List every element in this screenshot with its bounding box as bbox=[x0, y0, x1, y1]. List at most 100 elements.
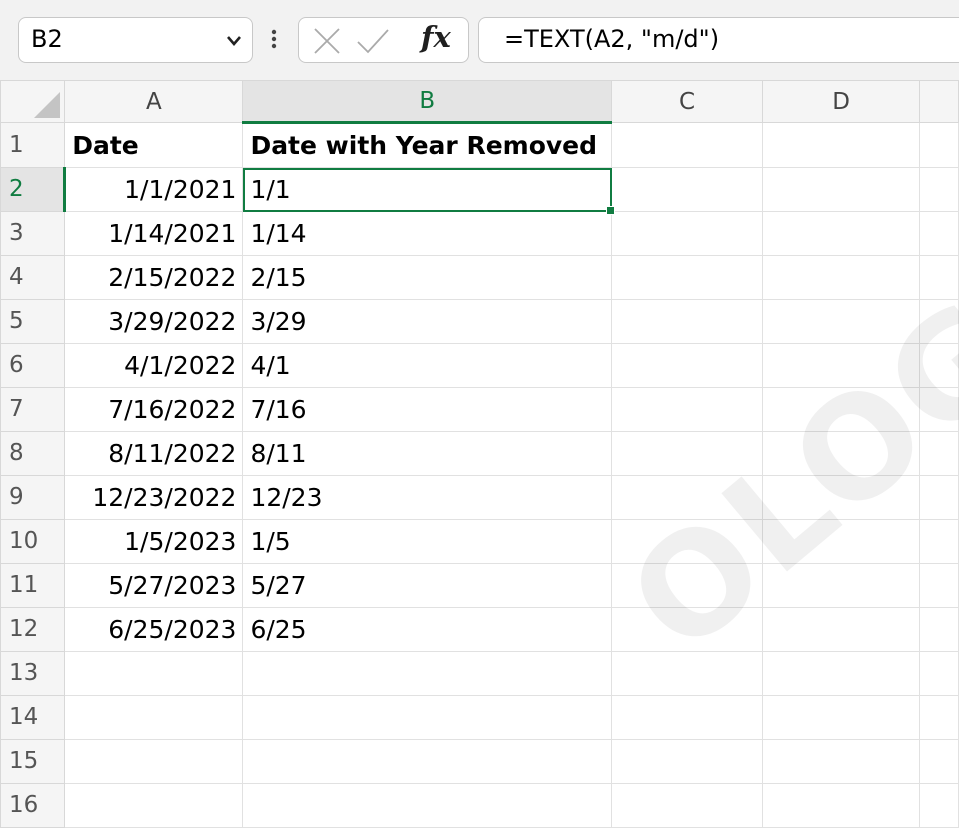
name-box[interactable]: B2 bbox=[18, 17, 253, 63]
row-header[interactable]: 6 bbox=[0, 343, 66, 388]
cell-b[interactable] bbox=[242, 739, 613, 784]
cell-e[interactable] bbox=[919, 431, 959, 476]
cell-d[interactable] bbox=[762, 475, 921, 520]
row-header[interactable]: 13 bbox=[0, 651, 66, 696]
cell-a[interactable] bbox=[64, 651, 244, 696]
cell-e[interactable] bbox=[919, 695, 959, 740]
cell-c[interactable] bbox=[611, 695, 764, 740]
row-header[interactable]: 4 bbox=[0, 255, 66, 300]
cell-c[interactable] bbox=[611, 211, 764, 256]
row-header[interactable]: 15 bbox=[0, 739, 66, 784]
cell-d[interactable] bbox=[762, 431, 921, 476]
cell-b[interactable]: 1/1 bbox=[242, 167, 616, 215]
formula-input[interactable]: =TEXT(A2, "m/d") bbox=[478, 17, 959, 63]
cell-b[interactable] bbox=[242, 695, 613, 740]
cell-a[interactable]: 12/23/2022 bbox=[64, 475, 244, 520]
cell-e[interactable] bbox=[919, 211, 959, 256]
cell-e[interactable] bbox=[919, 167, 959, 212]
cell-b[interactable]: 8/11 bbox=[242, 431, 613, 476]
more-options-icon[interactable] bbox=[270, 24, 278, 54]
row-header[interactable]: 1 bbox=[0, 122, 66, 168]
cell-b[interactable]: 1/5 bbox=[242, 519, 613, 564]
cell-a[interactable]: 3/29/2022 bbox=[64, 299, 244, 344]
cell-c[interactable] bbox=[611, 563, 764, 608]
cell-e[interactable] bbox=[919, 255, 959, 300]
insert-function-icon[interactable]: fx bbox=[421, 20, 451, 54]
row-header[interactable]: 11 bbox=[0, 563, 66, 608]
cell-a[interactable]: 1/14/2021 bbox=[64, 211, 244, 256]
cancel-icon[interactable] bbox=[312, 26, 342, 56]
cell-c[interactable] bbox=[611, 299, 764, 344]
cell-d[interactable] bbox=[762, 519, 921, 564]
cell-b[interactable]: 2/15 bbox=[242, 255, 613, 300]
cell-b[interactable]: Date with Year Removed bbox=[242, 122, 613, 168]
cell-a[interactable]: 2/15/2022 bbox=[64, 255, 244, 300]
cell-a[interactable]: 6/25/2023 bbox=[64, 607, 244, 652]
cell-e[interactable] bbox=[919, 739, 959, 784]
cell-c[interactable] bbox=[611, 651, 764, 696]
column-header-d[interactable]: D bbox=[762, 80, 921, 123]
cell-e[interactable] bbox=[919, 343, 959, 388]
cell-e[interactable] bbox=[919, 607, 959, 652]
cell-c[interactable] bbox=[611, 255, 764, 300]
cell-b[interactable] bbox=[242, 651, 613, 696]
row-header[interactable]: 5 bbox=[0, 299, 66, 344]
row-header[interactable]: 7 bbox=[0, 387, 66, 432]
cell-a[interactable]: 7/16/2022 bbox=[64, 387, 244, 432]
cell-a[interactable]: 1/5/2023 bbox=[64, 519, 244, 564]
cell-a[interactable] bbox=[64, 695, 244, 740]
chevron-down-icon[interactable] bbox=[226, 35, 242, 47]
cell-b[interactable]: 4/1 bbox=[242, 343, 613, 388]
cell-e[interactable] bbox=[919, 475, 959, 520]
cell-e[interactable] bbox=[919, 563, 959, 608]
cell-a[interactable]: 5/27/2023 bbox=[64, 563, 244, 608]
cell-c[interactable] bbox=[611, 387, 764, 432]
cell-c[interactable] bbox=[611, 343, 764, 388]
cell-a[interactable]: 1/1/2021 bbox=[64, 167, 244, 212]
cell-d[interactable] bbox=[762, 607, 921, 652]
select-all-corner[interactable] bbox=[0, 80, 66, 123]
cell-d[interactable] bbox=[762, 299, 921, 344]
cell-d[interactable] bbox=[762, 255, 921, 300]
cell-d[interactable] bbox=[762, 167, 921, 212]
row-header[interactable]: 10 bbox=[0, 519, 66, 564]
row-header[interactable]: 2 bbox=[0, 167, 67, 212]
cell-e[interactable] bbox=[919, 519, 959, 564]
cell-b[interactable]: 5/27 bbox=[242, 563, 613, 608]
column-header-c[interactable]: C bbox=[611, 80, 764, 123]
row-header[interactable]: 9 bbox=[0, 475, 66, 520]
cell-a[interactable]: Date bbox=[64, 122, 244, 168]
cell-d[interactable] bbox=[762, 695, 921, 740]
cell-c[interactable] bbox=[611, 475, 764, 520]
cell-c[interactable] bbox=[611, 607, 764, 652]
fill-handle[interactable] bbox=[606, 206, 616, 215]
cell-b[interactable]: 3/29 bbox=[242, 299, 613, 344]
row-header[interactable]: 12 bbox=[0, 607, 66, 652]
cell-d[interactable] bbox=[762, 122, 921, 168]
cell-c[interactable] bbox=[611, 739, 764, 784]
cell-b[interactable]: 1/14 bbox=[242, 211, 613, 256]
cell-a[interactable]: 4/1/2022 bbox=[64, 343, 244, 388]
cell-d[interactable] bbox=[762, 387, 921, 432]
cell-a[interactable] bbox=[64, 739, 244, 784]
cell-d[interactable] bbox=[762, 211, 921, 256]
cell-e[interactable] bbox=[919, 387, 959, 432]
cell-e[interactable] bbox=[919, 122, 959, 168]
cell-d[interactable] bbox=[762, 739, 921, 784]
row-header[interactable]: 8 bbox=[0, 431, 66, 476]
column-header-e[interactable] bbox=[919, 80, 959, 123]
cell-b[interactable]: 6/25 bbox=[242, 607, 613, 652]
cell-d[interactable] bbox=[762, 563, 921, 608]
cell-b[interactable]: 12/23 bbox=[242, 475, 613, 520]
row-header[interactable]: 3 bbox=[0, 211, 66, 256]
cell-e[interactable] bbox=[919, 299, 959, 344]
cell-a[interactable]: 8/11/2022 bbox=[64, 431, 244, 476]
row-header[interactable]: 14 bbox=[0, 695, 66, 740]
enter-check-icon[interactable] bbox=[356, 26, 390, 56]
cell-c[interactable] bbox=[611, 122, 764, 168]
column-header-a[interactable]: A bbox=[64, 80, 244, 123]
cell-e[interactable] bbox=[919, 651, 959, 696]
cell-d[interactable] bbox=[762, 651, 921, 696]
cell-b[interactable]: 7/16 bbox=[242, 387, 613, 432]
cell-c[interactable] bbox=[611, 167, 764, 212]
